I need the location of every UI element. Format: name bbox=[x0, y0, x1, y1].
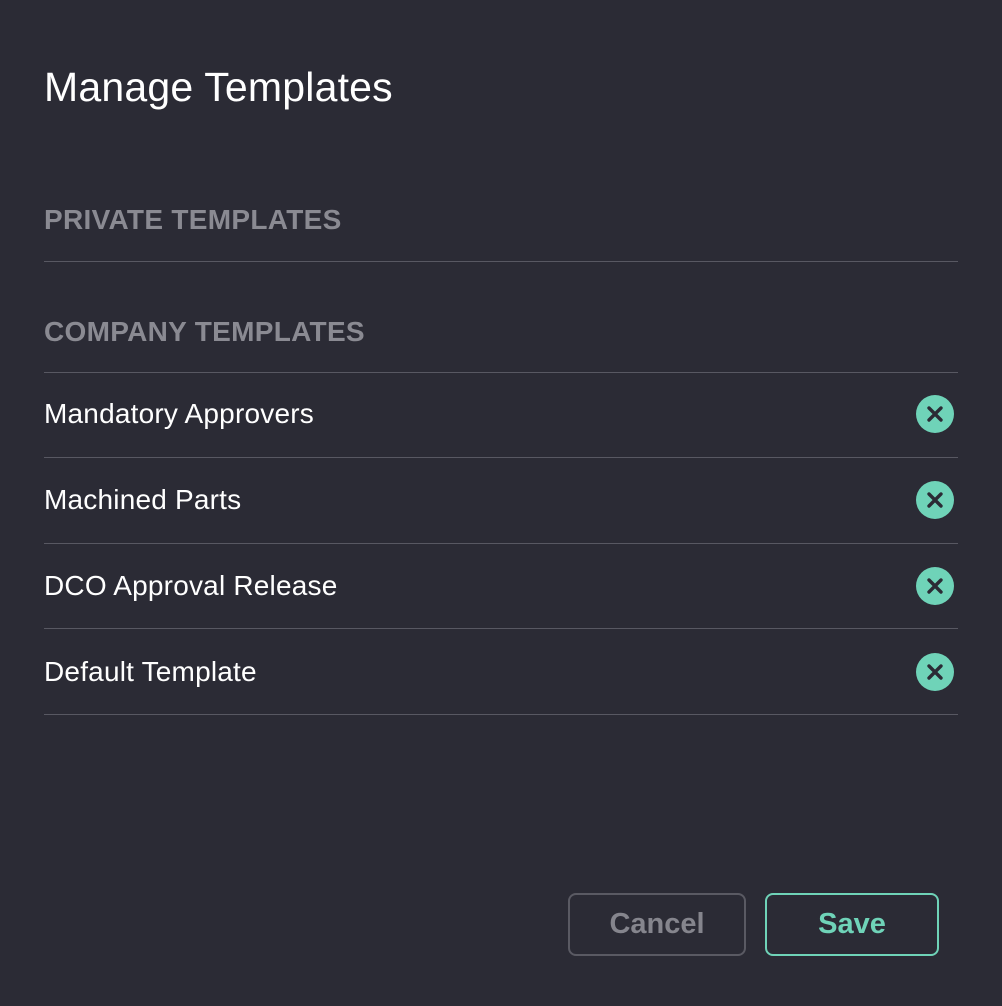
close-circle-icon[interactable] bbox=[916, 481, 954, 520]
template-name: Machined Parts bbox=[44, 484, 242, 516]
template-name: Default Template bbox=[44, 655, 257, 687]
template-row: Machined Parts bbox=[44, 458, 958, 544]
save-button[interactable]: Save bbox=[765, 893, 939, 956]
company-templates-header: COMPANY TEMPLATES bbox=[44, 316, 365, 347]
cancel-button[interactable]: Cancel bbox=[568, 893, 746, 956]
private-templates-header: PRIVATE TEMPLATES bbox=[44, 204, 342, 235]
close-circle-icon[interactable] bbox=[916, 395, 954, 434]
dialog-title: Manage Templates bbox=[44, 64, 393, 110]
close-circle-icon[interactable] bbox=[916, 652, 954, 691]
template-row: Mandatory Approvers bbox=[44, 372, 958, 458]
private-templates-divider bbox=[44, 261, 958, 262]
template-name: DCO Approval Release bbox=[44, 569, 338, 601]
close-circle-icon[interactable] bbox=[916, 566, 954, 605]
manage-templates-dialog: Manage Templates PRIVATE TEMPLATES COMPA… bbox=[0, 0, 1002, 1006]
template-row: DCO Approval Release bbox=[44, 544, 958, 630]
template-name: Mandatory Approvers bbox=[44, 398, 314, 430]
template-row: Default Template bbox=[44, 629, 958, 715]
company-templates-list: Mandatory Approvers Machined Parts DCO A… bbox=[44, 372, 958, 715]
